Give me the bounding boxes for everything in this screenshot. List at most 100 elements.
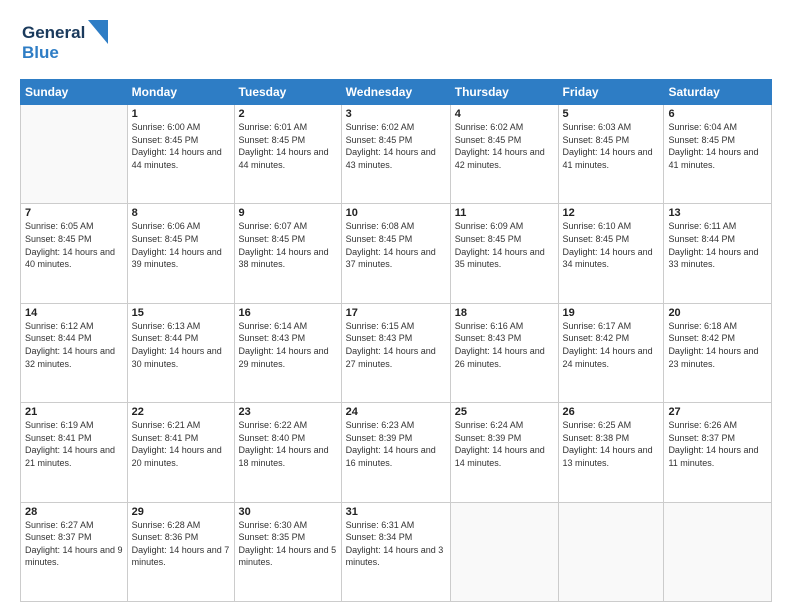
day-cell: 4Sunrise: 6:02 AM Sunset: 8:45 PM Daylig… [450,105,558,204]
day-number: 29 [132,506,230,518]
day-cell: 30Sunrise: 6:30 AM Sunset: 8:35 PM Dayli… [234,502,341,601]
svg-text:General: General [22,23,85,42]
weekday-wednesday: Wednesday [341,80,450,105]
page: General Blue SundayMondayTuesdayWednesda… [0,0,792,612]
day-cell: 18Sunrise: 6:16 AM Sunset: 8:43 PM Dayli… [450,303,558,402]
day-number: 25 [455,406,554,418]
day-info: Sunrise: 6:12 AM Sunset: 8:44 PM Dayligh… [25,320,123,370]
day-cell: 21Sunrise: 6:19 AM Sunset: 8:41 PM Dayli… [21,403,128,502]
day-cell [664,502,772,601]
day-cell: 20Sunrise: 6:18 AM Sunset: 8:42 PM Dayli… [664,303,772,402]
week-row-3: 14Sunrise: 6:12 AM Sunset: 8:44 PM Dayli… [21,303,772,402]
day-info: Sunrise: 6:24 AM Sunset: 8:39 PM Dayligh… [455,419,554,469]
day-info: Sunrise: 6:30 AM Sunset: 8:35 PM Dayligh… [239,519,337,569]
weekday-sunday: Sunday [21,80,128,105]
day-number: 18 [455,307,554,319]
day-cell: 8Sunrise: 6:06 AM Sunset: 8:45 PM Daylig… [127,204,234,303]
day-info: Sunrise: 6:13 AM Sunset: 8:44 PM Dayligh… [132,320,230,370]
day-number: 5 [563,108,660,120]
day-cell [450,502,558,601]
day-info: Sunrise: 6:14 AM Sunset: 8:43 PM Dayligh… [239,320,337,370]
day-cell: 12Sunrise: 6:10 AM Sunset: 8:45 PM Dayli… [558,204,664,303]
day-number: 30 [239,506,337,518]
weekday-header-row: SundayMondayTuesdayWednesdayThursdayFrid… [21,80,772,105]
day-number: 23 [239,406,337,418]
day-info: Sunrise: 6:11 AM Sunset: 8:44 PM Dayligh… [668,220,767,270]
day-info: Sunrise: 6:18 AM Sunset: 8:42 PM Dayligh… [668,320,767,370]
day-number: 16 [239,307,337,319]
day-number: 27 [668,406,767,418]
week-row-2: 7Sunrise: 6:05 AM Sunset: 8:45 PM Daylig… [21,204,772,303]
day-cell: 13Sunrise: 6:11 AM Sunset: 8:44 PM Dayli… [664,204,772,303]
day-cell: 9Sunrise: 6:07 AM Sunset: 8:45 PM Daylig… [234,204,341,303]
week-row-1: 1Sunrise: 6:00 AM Sunset: 8:45 PM Daylig… [21,105,772,204]
weekday-thursday: Thursday [450,80,558,105]
day-number: 2 [239,108,337,120]
day-cell: 28Sunrise: 6:27 AM Sunset: 8:37 PM Dayli… [21,502,128,601]
day-info: Sunrise: 6:02 AM Sunset: 8:45 PM Dayligh… [455,121,554,171]
day-cell [558,502,664,601]
day-number: 21 [25,406,123,418]
day-cell: 24Sunrise: 6:23 AM Sunset: 8:39 PM Dayli… [341,403,450,502]
day-cell: 16Sunrise: 6:14 AM Sunset: 8:43 PM Dayli… [234,303,341,402]
day-number: 13 [668,207,767,219]
day-info: Sunrise: 6:17 AM Sunset: 8:42 PM Dayligh… [563,320,660,370]
day-info: Sunrise: 6:01 AM Sunset: 8:45 PM Dayligh… [239,121,337,171]
week-row-5: 28Sunrise: 6:27 AM Sunset: 8:37 PM Dayli… [21,502,772,601]
day-cell: 29Sunrise: 6:28 AM Sunset: 8:36 PM Dayli… [127,502,234,601]
day-cell: 2Sunrise: 6:01 AM Sunset: 8:45 PM Daylig… [234,105,341,204]
day-info: Sunrise: 6:19 AM Sunset: 8:41 PM Dayligh… [25,419,123,469]
day-cell [21,105,128,204]
day-cell: 31Sunrise: 6:31 AM Sunset: 8:34 PM Dayli… [341,502,450,601]
day-cell: 1Sunrise: 6:00 AM Sunset: 8:45 PM Daylig… [127,105,234,204]
day-cell: 25Sunrise: 6:24 AM Sunset: 8:39 PM Dayli… [450,403,558,502]
day-number: 19 [563,307,660,319]
day-cell: 15Sunrise: 6:13 AM Sunset: 8:44 PM Dayli… [127,303,234,402]
weekday-tuesday: Tuesday [234,80,341,105]
day-cell: 7Sunrise: 6:05 AM Sunset: 8:45 PM Daylig… [21,204,128,303]
week-row-4: 21Sunrise: 6:19 AM Sunset: 8:41 PM Dayli… [21,403,772,502]
day-number: 3 [346,108,446,120]
day-info: Sunrise: 6:22 AM Sunset: 8:40 PM Dayligh… [239,419,337,469]
day-number: 10 [346,207,446,219]
day-number: 4 [455,108,554,120]
day-cell: 3Sunrise: 6:02 AM Sunset: 8:45 PM Daylig… [341,105,450,204]
day-info: Sunrise: 6:28 AM Sunset: 8:36 PM Dayligh… [132,519,230,569]
day-info: Sunrise: 6:21 AM Sunset: 8:41 PM Dayligh… [132,419,230,469]
weekday-friday: Friday [558,80,664,105]
calendar-table: SundayMondayTuesdayWednesdayThursdayFrid… [20,79,772,602]
day-info: Sunrise: 6:06 AM Sunset: 8:45 PM Dayligh… [132,220,230,270]
day-number: 15 [132,307,230,319]
day-cell: 11Sunrise: 6:09 AM Sunset: 8:45 PM Dayli… [450,204,558,303]
day-number: 26 [563,406,660,418]
day-number: 12 [563,207,660,219]
day-number: 31 [346,506,446,518]
svg-text:Blue: Blue [22,43,59,62]
day-info: Sunrise: 6:02 AM Sunset: 8:45 PM Dayligh… [346,121,446,171]
day-number: 8 [132,207,230,219]
weekday-saturday: Saturday [664,80,772,105]
day-cell: 23Sunrise: 6:22 AM Sunset: 8:40 PM Dayli… [234,403,341,502]
day-info: Sunrise: 6:15 AM Sunset: 8:43 PM Dayligh… [346,320,446,370]
day-info: Sunrise: 6:27 AM Sunset: 8:37 PM Dayligh… [25,519,123,569]
day-info: Sunrise: 6:04 AM Sunset: 8:45 PM Dayligh… [668,121,767,171]
day-info: Sunrise: 6:31 AM Sunset: 8:34 PM Dayligh… [346,519,446,569]
day-cell: 14Sunrise: 6:12 AM Sunset: 8:44 PM Dayli… [21,303,128,402]
day-cell: 10Sunrise: 6:08 AM Sunset: 8:45 PM Dayli… [341,204,450,303]
day-cell: 5Sunrise: 6:03 AM Sunset: 8:45 PM Daylig… [558,105,664,204]
header: General Blue [20,16,772,71]
day-info: Sunrise: 6:05 AM Sunset: 8:45 PM Dayligh… [25,220,123,270]
day-info: Sunrise: 6:26 AM Sunset: 8:37 PM Dayligh… [668,419,767,469]
day-info: Sunrise: 6:09 AM Sunset: 8:45 PM Dayligh… [455,220,554,270]
logo: General Blue [20,16,110,71]
day-info: Sunrise: 6:16 AM Sunset: 8:43 PM Dayligh… [455,320,554,370]
day-info: Sunrise: 6:03 AM Sunset: 8:45 PM Dayligh… [563,121,660,171]
day-number: 7 [25,207,123,219]
day-number: 6 [668,108,767,120]
day-number: 9 [239,207,337,219]
day-info: Sunrise: 6:10 AM Sunset: 8:45 PM Dayligh… [563,220,660,270]
day-number: 1 [132,108,230,120]
day-number: 17 [346,307,446,319]
day-number: 22 [132,406,230,418]
day-number: 11 [455,207,554,219]
